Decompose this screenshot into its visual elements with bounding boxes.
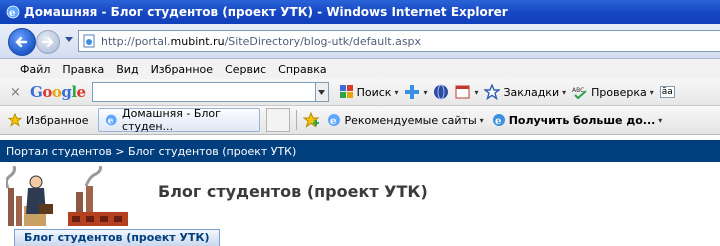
spellcheck-label: Проверка [591,85,647,99]
page-icon [83,34,95,48]
globe-icon [434,84,449,100]
google-toolbar: × Google Поиск ▾ ▾ ▾ Закладки ▾ ABC Провер… [0,79,720,106]
address-path: /SiteDirectory/blog-utk/default.aspx [224,34,422,48]
add-favorite-icon[interactable] [303,112,320,128]
back-button[interactable] [8,28,36,56]
forward-button[interactable] [36,30,60,54]
suggested-sites-button[interactable]: e Рекомендуемые сайты ▾ [327,113,484,127]
new-tab-button[interactable] [266,108,291,132]
address-domain: mubint.ru [170,34,225,48]
plus-icon [405,85,420,99]
menu-file[interactable]: Файл [20,63,50,76]
top-nav-tab-blog[interactable]: Блог студентов (проект УТК) [14,229,220,246]
menu-help[interactable]: Справка [278,63,326,76]
site-title: Блог студентов (проект УТК) [158,182,428,201]
google-bookmarks-button[interactable]: Закладки ▾ [484,84,566,100]
google-search-input[interactable] [91,82,316,102]
favorites-bar: Избранное e Домашняя - Блог студен... e … [0,106,720,135]
toolbar-separator [296,110,298,130]
google-popup-button[interactable]: ▾ [455,84,478,100]
window-title: Домашняя - Блог студентов (проект УТК) -… [24,5,508,19]
forward-arrow-icon [41,36,54,48]
back-arrow-icon [15,36,28,48]
ie-addons-icon: e [492,114,505,127]
address-row: http://portal. mubint.ru/SiteDirectory/bl… [0,24,720,59]
google-search-button[interactable]: Поиск ▾ [339,84,398,100]
address-prefix: http://portal. [101,34,171,48]
svg-text:e: e [330,116,336,127]
breadcrumb: Портал студентов > Блог студентов (проек… [0,140,720,162]
translate-label: ãа [659,86,675,98]
google-search-label: Поиск [356,85,392,99]
address-field[interactable]: http://portal. mubint.ru/SiteDirectory/bl… [78,30,720,52]
history-dropdown-icon[interactable] [64,36,74,44]
spellcheck-icon: ABC [572,87,587,100]
google-pagerank-button[interactable] [433,84,449,100]
google-spellcheck-button[interactable]: ABC Проверка ▾ [572,84,654,100]
menu-favorites[interactable]: Избранное [151,63,213,76]
google-plus-button[interactable]: ▾ [404,84,427,100]
browser-tab-active[interactable]: e Домашняя - Блог студен... [98,107,261,133]
google-search-icon [339,85,353,98]
ie-logo-icon: e [6,5,20,19]
popup-blocker-icon [455,85,470,99]
tab-label: Домашняя - Блог студен... [122,107,221,133]
star-icon [484,84,501,100]
get-more-addons-button[interactable]: e Получить больше до... ▾ [492,113,662,127]
menu-edit[interactable]: Правка [62,63,104,76]
window-titlebar: e Домашняя - Блог студентов (проект УТК)… [0,0,720,24]
favorites-star-icon[interactable] [8,113,22,127]
google-translate-button[interactable]: ãа [659,86,675,98]
ie-suggested-icon: e [328,114,341,127]
menu-bar: Файл Правка Вид Избранное Сервис Справка [0,59,720,79]
menu-view[interactable]: Вид [116,63,138,76]
close-toolbar-icon[interactable]: × [10,85,24,100]
ie-page-icon: e [106,114,118,127]
favorites-button[interactable]: Избранное [26,114,88,127]
svg-text:e: e [495,116,501,127]
breadcrumb-text[interactable]: Портал студентов > Блог студентов (проек… [6,145,296,158]
svg-text:e: e [108,117,114,127]
svg-text:e: e [9,8,15,19]
menu-tools[interactable]: Сервис [225,63,266,76]
google-search-dropdown[interactable] [315,82,329,102]
bookmarks-label: Закладки [503,85,560,99]
google-logo[interactable]: Google [30,83,86,101]
chevron-down-icon [318,89,326,95]
suggested-sites-label: Рекомендуемые сайты [344,113,477,127]
site-logo[interactable] [6,166,136,230]
get-more-label: Получить больше до... [508,113,656,127]
